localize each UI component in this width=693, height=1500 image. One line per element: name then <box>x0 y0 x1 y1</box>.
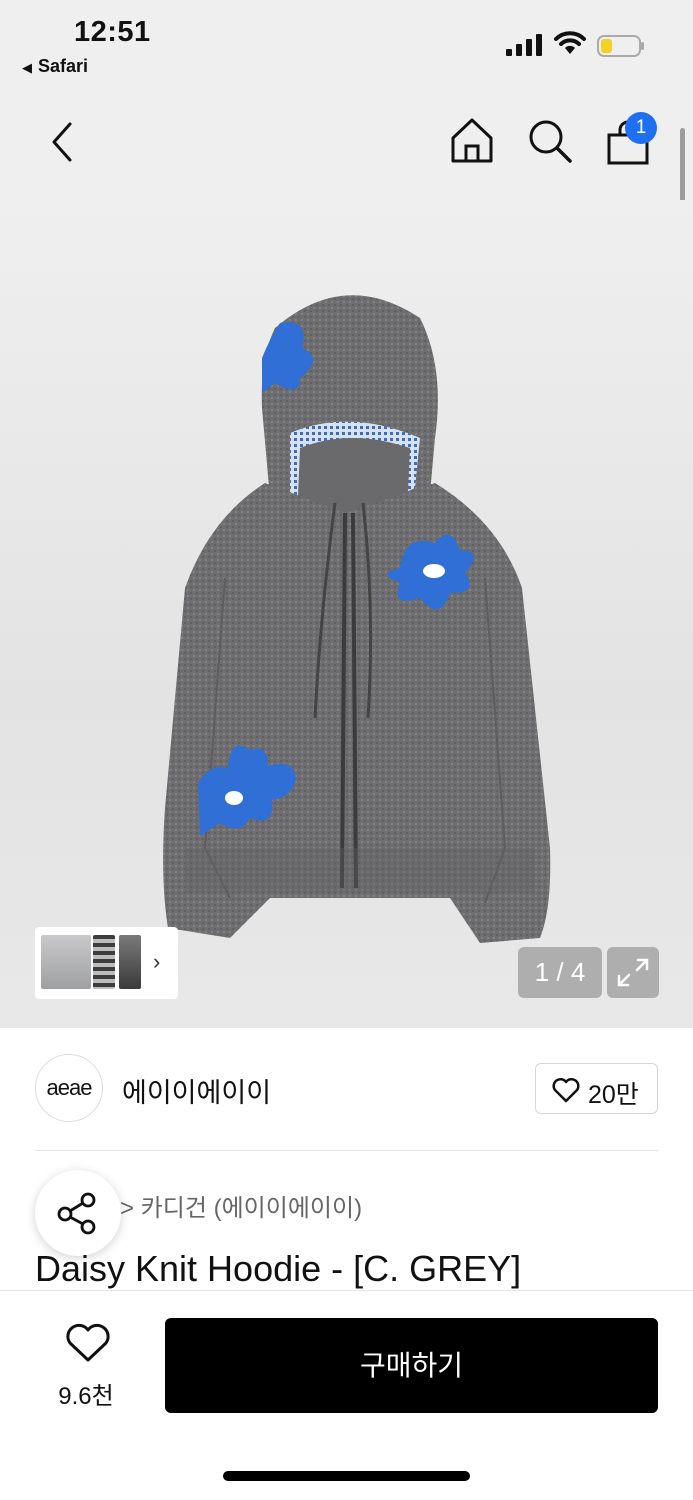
product-image-gallery[interactable]: › 1 / 4 <box>0 200 693 1028</box>
heart-outline-icon <box>66 1323 110 1362</box>
expand-button[interactable] <box>607 947 659 998</box>
back-to-app-link[interactable]: ◀ Safari <box>22 56 88 77</box>
like-button[interactable] <box>48 1322 128 1369</box>
brand-favorite-button[interactable]: 20만 <box>535 1063 658 1114</box>
battery-icon <box>597 35 644 57</box>
product-image-hoodie <box>163 295 551 943</box>
thumbnail-3[interactable] <box>119 935 141 989</box>
image-counter: 1 / 4 <box>518 947 602 998</box>
back-app-label: Safari <box>38 56 89 76</box>
heart-outline-icon <box>552 1077 580 1103</box>
divider <box>35 1150 658 1151</box>
cellular-signal-icon <box>506 34 542 56</box>
cart-count-badge: 1 <box>625 112 657 144</box>
status-bar: 12:51 ◀ Safari <box>0 0 693 90</box>
search-icon[interactable] <box>527 118 573 164</box>
thumbnail-1[interactable] <box>41 935 91 989</box>
top-nav <box>0 90 693 200</box>
home-icon[interactable] <box>448 116 496 164</box>
share-button[interactable] <box>35 1170 121 1256</box>
breadcrumb-category[interactable]: > 카디건 (에이이에이이) <box>120 1188 362 1223</box>
wifi-icon <box>554 31 586 54</box>
status-time: 12:51 <box>74 16 151 48</box>
thumbnail-strip[interactable]: › <box>35 927 178 999</box>
brand-name[interactable]: 에이이에이이 <box>122 1071 271 1110</box>
thumbnail-next-icon[interactable]: › <box>153 949 160 975</box>
home-indicator[interactable] <box>223 1471 470 1481</box>
share-icon <box>57 1192 96 1235</box>
back-chevron-icon[interactable] <box>48 120 76 164</box>
buy-button[interactable]: 구매하기 <box>165 1318 658 1413</box>
scrollbar[interactable] <box>680 128 685 204</box>
thumbnail-2[interactable] <box>93 935 115 989</box>
brand-favorite-count: 20만 <box>588 1081 639 1109</box>
product-title: Daisy Knit Hoodie - [C. GREY] <box>35 1248 522 1289</box>
expand-icon <box>617 958 649 987</box>
like-count: 9.6천 <box>58 1383 114 1410</box>
back-triangle-icon: ◀ <box>22 60 32 75</box>
brand-logo[interactable]: aeae <box>35 1054 103 1122</box>
